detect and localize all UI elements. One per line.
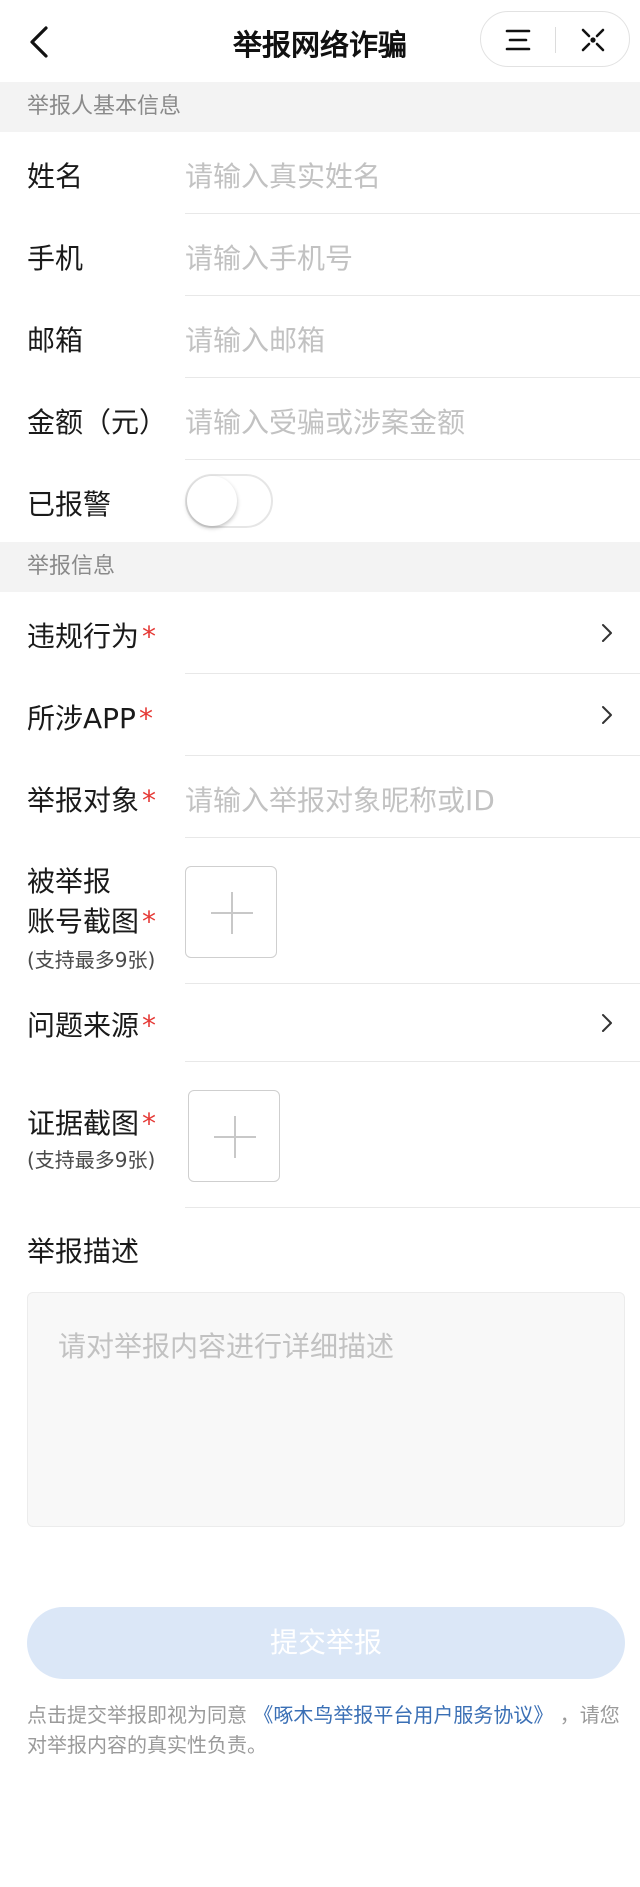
mini-program-capsule (480, 11, 630, 67)
required-mark: * (142, 620, 157, 653)
required-mark: * (138, 702, 153, 735)
source-label-text: 问题来源 (27, 1009, 140, 1042)
nav-bar: 举报网络诈骗 (0, 0, 640, 82)
evidence-screenshot-label: 证据截图 * (27, 1102, 156, 1142)
phone-input[interactable]: 请输入手机号 (185, 237, 353, 277)
evidence-screenshot-label-text: 证据截图 (27, 1107, 140, 1140)
plus-icon (214, 1116, 256, 1158)
plus-icon (211, 892, 253, 934)
submit-report-button[interactable]: 提交举报 (27, 1607, 625, 1679)
close-target-icon[interactable] (577, 24, 609, 56)
account-screenshot-label-text: 账号截图 (27, 905, 140, 938)
name-row[interactable]: 姓名 请输入真实姓名 (0, 132, 640, 214)
amount-label: 金额（元） (27, 406, 168, 439)
violation-label-text: 违规行为 (27, 620, 140, 653)
target-input[interactable]: 请输入举报对象昵称或ID (185, 779, 495, 819)
row-divider (185, 1207, 640, 1208)
evidence-screenshot-note: (支持最多9张) (27, 1148, 156, 1172)
reported-police-label: 已报警 (27, 488, 112, 521)
required-mark: * (142, 1107, 157, 1140)
amount-input[interactable]: 请输入受骗或涉案金额 (185, 401, 465, 441)
toggle-knob (187, 476, 237, 526)
account-screenshot-upload-button[interactable] (185, 866, 277, 958)
required-mark: * (142, 1009, 157, 1042)
phone-label: 手机 (27, 242, 84, 275)
email-label: 邮箱 (27, 324, 84, 357)
email-row[interactable]: 邮箱 请输入邮箱 (0, 296, 640, 378)
menu-icon[interactable] (503, 25, 533, 55)
agreement-text: 点击提交举报即视为同意 《啄木鸟举报平台用户服务协议》 ，请您对举报内容的真实性… (27, 1700, 627, 1760)
agreement-prefix: 点击提交举报即视为同意 (27, 1703, 247, 1727)
account-screenshot-label-line1: 被举报 (27, 865, 112, 898)
section-header-basic-info: 举报人基本信息 (0, 82, 640, 132)
email-input[interactable]: 请输入邮箱 (185, 319, 325, 359)
required-mark: * (142, 905, 157, 938)
source-row[interactable]: 问题来源 * (0, 984, 640, 1062)
target-row[interactable]: 举报对象 * 请输入举报对象昵称或ID (0, 756, 640, 838)
capsule-divider (555, 27, 556, 53)
chevron-right-icon (602, 706, 612, 724)
evidence-screenshot-row: 证据截图 * (支持最多9张) (0, 1062, 640, 1208)
amount-row[interactable]: 金额（元） 请输入受骗或涉案金额 (0, 378, 640, 460)
account-screenshot-label-line2: 账号截图 * (27, 900, 156, 940)
name-input[interactable]: 请输入真实姓名 (185, 155, 381, 195)
chevron-right-icon (602, 1014, 612, 1032)
violation-row[interactable]: 违规行为 * (0, 592, 640, 674)
chevron-right-icon (602, 624, 612, 642)
account-screenshot-row: 被举报 账号截图 * (支持最多9张) (0, 838, 640, 984)
section-header-report-info: 举报信息 (0, 542, 640, 592)
reported-police-toggle[interactable] (185, 474, 273, 528)
target-label-text: 举报对象 (27, 784, 140, 817)
agreement-link[interactable]: 《啄木鸟举报平台用户服务协议》 (253, 1703, 553, 1727)
reported-police-row: 已报警 (0, 460, 640, 542)
target-label: 举报对象 * (27, 779, 156, 819)
phone-row[interactable]: 手机 请输入手机号 (0, 214, 640, 296)
app-label-text: 所涉APP (27, 702, 136, 735)
violation-label: 违规行为 * (27, 615, 156, 655)
name-label: 姓名 (27, 160, 84, 193)
source-label: 问题来源 * (27, 1004, 156, 1044)
required-mark: * (142, 784, 157, 817)
description-textarea[interactable]: 请对举报内容进行详细描述 (27, 1292, 625, 1527)
account-screenshot-note: (支持最多9张) (27, 948, 156, 972)
evidence-screenshot-upload-button[interactable] (188, 1090, 280, 1182)
description-label: 举报描述 (27, 1235, 140, 1268)
app-label: 所涉APP * (27, 697, 153, 737)
app-row[interactable]: 所涉APP * (0, 674, 640, 756)
description-placeholder: 请对举报内容进行详细描述 (58, 1330, 395, 1363)
